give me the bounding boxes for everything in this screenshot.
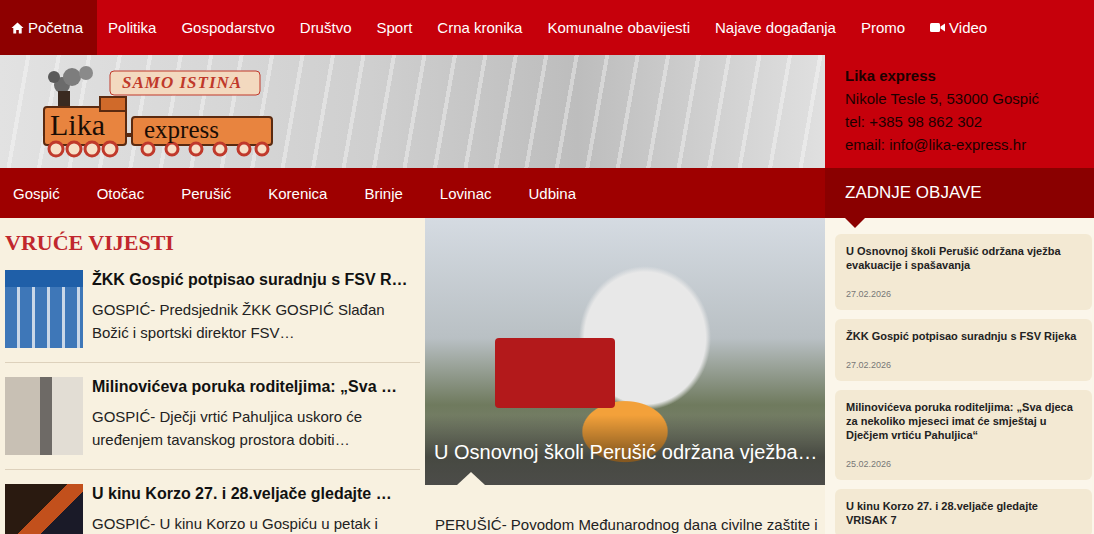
latest-heading: ZADNJE OBJAVE	[845, 183, 982, 203]
latest-post-card[interactable]: Milinovićeva poruka roditeljima: „Sva dj…	[835, 390, 1092, 480]
city-nav-item[interactable]: Udbina	[529, 185, 577, 202]
contact-address: Nikole Tesle 5, 53000 Gospić	[845, 87, 1078, 110]
heading-notch	[845, 218, 865, 228]
post-date: 27.02.2026	[846, 289, 1082, 300]
hot-news: VRUĆE VIJESTI ŽKK Gospić potpisao suradn…	[0, 218, 425, 534]
post-title[interactable]: ŽKK Gospić potpisao suradnju s FSV Rijek…	[846, 329, 1082, 343]
hot-news-text: ŽKK Gospić potpisao suradnju s FSV R… GO…	[92, 270, 420, 348]
city-nav: Gospić Otočac Perušić Korenica Brinje Lovinac…	[0, 168, 825, 218]
news-thumbnail[interactable]	[5, 270, 83, 348]
header: SAMO ISTINA Lika express Lika express Ni…	[0, 55, 1094, 168]
contact-panel: Lika express Nikole Tesle 5, 53000 Gospi…	[825, 55, 1094, 168]
page: Početna Politika Gospodarstvo Društvo Sp…	[0, 0, 1094, 534]
featured-photo[interactable]: U Osnovnoj školi Perušić održana vježba…	[425, 218, 825, 485]
nav-item[interactable]: Promo	[850, 0, 919, 55]
latest-post-card[interactable]: U kinu Korzo 27. i 28.veljače gledajte V…	[835, 489, 1092, 534]
content: VRUĆE VIJESTI ŽKK Gospić potpisao suradn…	[0, 218, 1094, 534]
news-excerpt: GOSPIĆ- Predsjednik ŽKK GOSPIĆ Slađan Bo…	[92, 298, 420, 344]
contact-title: Lika express	[845, 64, 1078, 87]
main-nav: Početna Politika Gospodarstvo Društvo Sp…	[0, 0, 1094, 55]
news-excerpt: GOSPIĆ- Dječji vrtić Pahuljica uskoro će…	[92, 405, 420, 451]
nav-item[interactable]: Sport	[365, 0, 426, 55]
news-thumbnail[interactable]	[5, 377, 83, 455]
city-nav-item[interactable]: Brinje	[364, 185, 402, 202]
hot-news-text: Milinovićeva poruka roditeljima: „Sva … …	[92, 377, 420, 455]
featured-title[interactable]: U Osnovnoj školi Perušić održana vježba…	[425, 415, 825, 485]
nav-item[interactable]: Politika	[97, 0, 170, 55]
city-nav-item[interactable]: Gospić	[13, 185, 60, 202]
contact-email[interactable]: email: info@lika-express.hr	[845, 133, 1078, 156]
hot-news-item[interactable]: U kinu Korzo 27. i 28.veljače gledajte ……	[5, 470, 420, 534]
logo-name: Lika	[50, 109, 105, 141]
contact-phone: tel: +385 98 862 302	[845, 110, 1078, 133]
latest-posts: U Osnovnoj školi Perušić održana vježba …	[825, 218, 1094, 534]
latest-heading-bar: ZADNJE OBJAVE	[825, 168, 1094, 218]
hot-news-item[interactable]: Milinovićeva poruka roditeljima: „Sva … …	[5, 363, 420, 470]
video-camera-icon	[930, 22, 945, 33]
header-banner: SAMO ISTINA Lika express	[0, 55, 825, 168]
home-icon	[11, 22, 24, 34]
news-title[interactable]: U kinu Korzo 27. i 28.veljače gledajte …	[92, 484, 420, 504]
logo-name: express	[144, 116, 219, 144]
city-nav-item[interactable]: Korenica	[268, 185, 327, 202]
featured-article: U Osnovnoj školi Perušić održana vježba……	[425, 218, 825, 534]
post-title[interactable]: U Osnovnoj školi Perušić održana vježba …	[846, 244, 1082, 272]
city-nav-item[interactable]: Otočac	[97, 185, 145, 202]
hot-news-heading: VRUĆE VIJESTI	[5, 230, 420, 256]
news-thumbnail[interactable]	[5, 484, 83, 534]
latest-post-card[interactable]: U Osnovnoj školi Perušić održana vježba …	[835, 234, 1092, 310]
post-date: 25.02.2026	[846, 459, 1082, 470]
hot-news-item[interactable]: ŽKK Gospić potpisao suradnju s FSV R… GO…	[5, 268, 420, 363]
nav-item[interactable]: Društvo	[289, 0, 366, 55]
nav-item[interactable]: Početna	[0, 0, 97, 55]
post-title[interactable]: U kinu Korzo 27. i 28.veljače gledajte V…	[846, 499, 1082, 527]
photo-notch	[457, 472, 485, 485]
site-logo[interactable]: SAMO ISTINA Lika express	[40, 63, 275, 158]
nav-item[interactable]: Crna kronika	[426, 0, 536, 55]
logo-tagline: SAMO ISTINA	[122, 73, 242, 93]
post-date: 27.02.2026	[846, 360, 1082, 371]
post-title[interactable]: Milinovićeva poruka roditeljima: „Sva dj…	[846, 400, 1082, 442]
nav-item[interactable]: Video	[919, 0, 1001, 55]
latest-post-card[interactable]: ŽKK Gospić potpisao suradnju s FSV Rijek…	[835, 319, 1092, 381]
news-excerpt: GOSPIĆ- U kinu Korzo u Gospiću u petak i	[92, 512, 420, 534]
news-title[interactable]: Milinovićeva poruka roditeljima: „Sva …	[92, 377, 420, 397]
featured-excerpt: PERUŠIĆ- Povodom Međunarodnog dana civil…	[425, 485, 825, 534]
news-title[interactable]: ŽKK Gospić potpisao suradnju s FSV R…	[92, 270, 420, 290]
nav-item[interactable]: Najave događanja	[704, 0, 850, 55]
nav-item[interactable]: Gospodarstvo	[170, 0, 288, 55]
nav-item[interactable]: Komunalne obavijesti	[536, 0, 704, 55]
hot-news-text: U kinu Korzo 27. i 28.veljače gledajte ……	[92, 484, 420, 534]
sub-header: Gospić Otočac Perušić Korenica Brinje Lovinac…	[0, 168, 1094, 218]
city-nav-item[interactable]: Perušić	[181, 185, 231, 202]
city-nav-item[interactable]: Lovinac	[440, 185, 492, 202]
